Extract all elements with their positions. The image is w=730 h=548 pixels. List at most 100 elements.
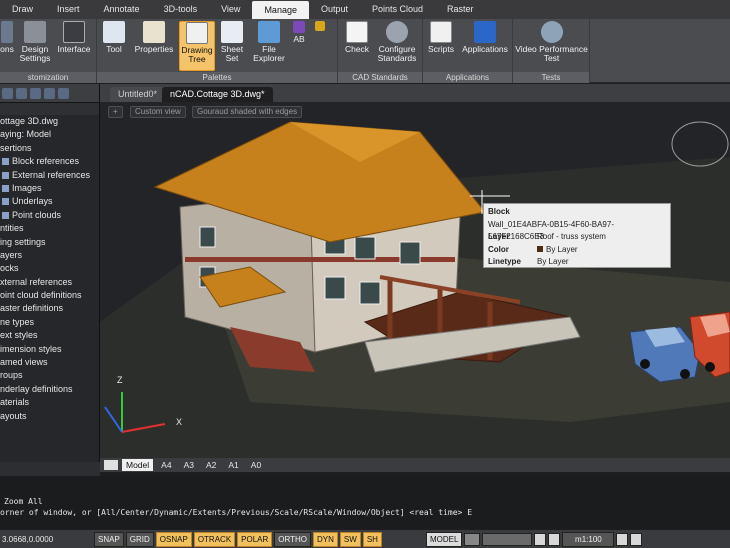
group-applications: Scripts Applications Applications xyxy=(423,19,513,83)
interface-button[interactable]: Interface xyxy=(55,21,93,54)
tooltip-row-linetype: Linetype By Layer xyxy=(488,257,569,266)
ucs-x-label: X xyxy=(176,417,183,427)
panel-subheader xyxy=(0,103,99,115)
tab-manage[interactable]: Manage xyxy=(252,1,309,19)
fullscreen-icon[interactable] xyxy=(630,532,643,546)
scale-selector[interactable]: m1:100 xyxy=(562,531,615,547)
tree-item[interactable]: amed views xyxy=(0,356,99,369)
tree-item[interactable]: ing settings xyxy=(0,236,99,249)
polar-toggle[interactable]: POLAR xyxy=(237,531,273,547)
ab-button[interactable]: AB xyxy=(291,21,307,44)
sh-toggle[interactable]: SH xyxy=(362,531,382,547)
tree-item-point-clouds[interactable]: Point clouds xyxy=(0,209,99,222)
layout-tab-bar: Model A4 A3 A2 A1 A0 xyxy=(100,458,730,472)
filter-icon[interactable] xyxy=(44,87,55,99)
tree-item[interactable]: imension styles xyxy=(0,343,99,356)
panel-toolbar xyxy=(0,84,99,103)
tab-points-cloud[interactable]: Points Cloud xyxy=(360,0,435,19)
highlight-button[interactable] xyxy=(313,21,327,33)
document-tab-untitled[interactable]: Untitled0* xyxy=(110,87,166,102)
layout-tab-a3[interactable]: A3 xyxy=(180,459,198,471)
otrack-toggle[interactable]: OTRACK xyxy=(193,531,236,547)
drawing-viewport[interactable]: + Custom view Gouraud shaded with edges xyxy=(100,102,730,458)
applications-button[interactable]: Applications xyxy=(460,21,510,54)
pin-icon[interactable] xyxy=(58,87,69,99)
sheet-set-button[interactable]: Sheet Set xyxy=(219,21,245,63)
tree-list: ottage 3D.dwg aying: Model sertions Bloc… xyxy=(0,115,99,423)
tab-draw[interactable]: Draw xyxy=(0,0,45,19)
tab-view[interactable]: View xyxy=(209,0,252,19)
tree-item[interactable]: ottage 3D.dwg xyxy=(0,115,99,128)
layer-dropdown[interactable] xyxy=(482,532,533,546)
viewport-icon[interactable] xyxy=(464,532,481,546)
grid-toggle[interactable]: GRID xyxy=(125,531,154,547)
check-button[interactable]: Check xyxy=(342,21,372,54)
tab-raster[interactable]: Raster xyxy=(435,0,486,19)
options-button[interactable]: ons xyxy=(0,21,14,54)
layout-tab-model[interactable]: Model xyxy=(122,459,154,471)
design-settings-icon xyxy=(24,21,46,43)
tab-3d-tools[interactable]: 3D-tools xyxy=(152,0,210,19)
layout-tab-a4[interactable]: A4 xyxy=(157,459,175,471)
drawing-tree-button[interactable]: Drawing Tree xyxy=(179,21,215,71)
layout-tab-a1[interactable]: A1 xyxy=(224,459,242,471)
document-tab-cottage[interactable]: nCAD.Cottage 3D.dwg* xyxy=(162,87,273,102)
help-icon[interactable] xyxy=(30,87,41,99)
tree-item[interactable]: sertions xyxy=(0,142,99,155)
tree-item[interactable]: ocks xyxy=(0,262,99,275)
tree-item-block-references[interactable]: Block references xyxy=(0,155,99,168)
group-title: CAD Standards xyxy=(338,72,422,83)
tree-item[interactable]: xternal references xyxy=(0,276,99,289)
drawing-tree-panel: ottage 3D.dwg aying: Model sertions Bloc… xyxy=(0,84,100,476)
refresh-icon[interactable] xyxy=(2,87,13,99)
tree-item[interactable]: oint cloud definitions xyxy=(0,289,99,302)
tab-insert[interactable]: Insert xyxy=(45,0,92,19)
xref-icon xyxy=(2,171,9,179)
tree-item-underlays[interactable]: Underlays xyxy=(0,195,99,208)
tree-item-images[interactable]: Images xyxy=(0,182,99,195)
tool-button[interactable]: Tool xyxy=(102,21,126,54)
layout-menu-icon[interactable] xyxy=(104,460,118,470)
dyn-toggle[interactable]: DYN xyxy=(313,531,338,547)
snap-toggle[interactable]: SNAP xyxy=(94,531,124,547)
tree-item[interactable]: ne types xyxy=(0,316,99,329)
scripts-button[interactable]: Scripts xyxy=(426,21,456,54)
osnap-toggle[interactable]: OSNAP xyxy=(155,531,192,547)
group-title: stomization xyxy=(0,72,96,83)
interface-icon xyxy=(63,21,85,43)
tree-item-external-references[interactable]: External references xyxy=(0,169,99,182)
tooltip-row-color: Color By Layer xyxy=(488,244,578,254)
tooltip-row-layer: Layer Roof - truss system xyxy=(488,232,606,241)
tree-item[interactable]: aterials xyxy=(0,396,99,409)
model-space-toggle[interactable]: MODEL xyxy=(425,531,463,547)
tree-item[interactable]: ntities xyxy=(0,222,99,235)
point-cloud-icon xyxy=(2,211,9,219)
layout-tab-a0[interactable]: A0 xyxy=(247,459,265,471)
annotation-icon[interactable] xyxy=(616,532,629,546)
ribbon-tab-bar: Draw Insert Annotate 3D-tools View Manag… xyxy=(0,0,730,19)
sheet-set-icon xyxy=(221,21,243,43)
color-swatch-icon xyxy=(537,246,543,253)
tree-item[interactable]: aying: Model xyxy=(0,128,99,141)
tree-item[interactable]: roups xyxy=(0,369,99,382)
tree-item[interactable]: ext styles xyxy=(0,329,99,342)
tree-item[interactable]: ayouts xyxy=(0,410,99,423)
configure-standards-button[interactable]: Configure Standards xyxy=(374,21,420,63)
layout-tab-a2[interactable]: A2 xyxy=(202,459,220,471)
ortho-toggle[interactable]: ORTHO xyxy=(274,531,312,547)
tab-output[interactable]: Output xyxy=(309,0,360,19)
properties-button[interactable]: Properties xyxy=(134,21,174,54)
lock-icon[interactable] xyxy=(534,532,547,546)
panel-footer xyxy=(0,462,100,476)
file-explorer-button[interactable]: File Explorer xyxy=(251,21,287,63)
collapse-icon[interactable] xyxy=(16,87,27,99)
warning-icon[interactable] xyxy=(548,532,561,546)
design-settings-button[interactable]: Design Settings xyxy=(17,21,53,63)
video-performance-test-button[interactable]: Video Performance Test xyxy=(515,21,588,63)
tree-item[interactable]: nderlay definitions xyxy=(0,383,99,396)
sw-toggle[interactable]: SW xyxy=(339,531,361,547)
command-window[interactable]: Zoom All orner of window, or [All/Center… xyxy=(0,476,730,529)
tab-annotate[interactable]: Annotate xyxy=(92,0,152,19)
tree-item[interactable]: aster definitions xyxy=(0,302,99,315)
tree-item[interactable]: ayers xyxy=(0,249,99,262)
